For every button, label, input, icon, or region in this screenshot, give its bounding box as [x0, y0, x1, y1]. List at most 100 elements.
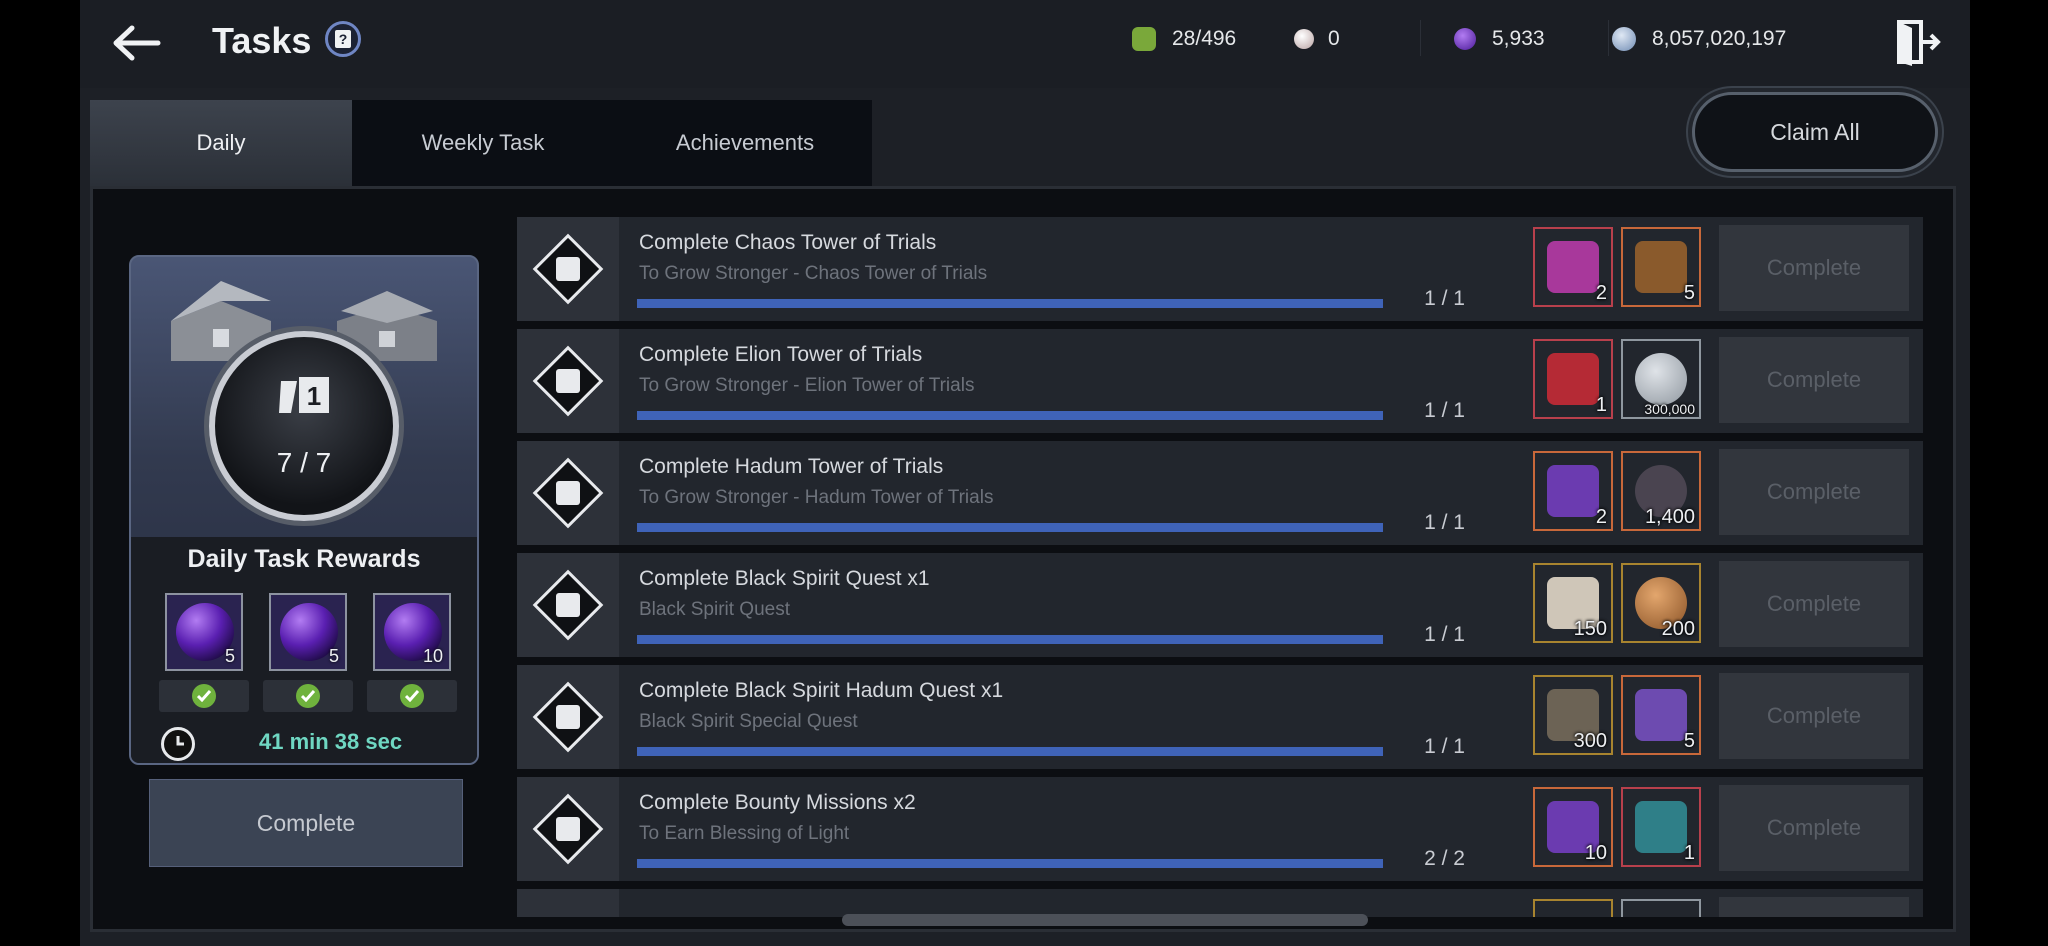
reward-qty: 5 [1683, 282, 1695, 304]
task-description: To Earn Blessing of Light [639, 823, 850, 844]
task-name: Complete Bounty Missions x2 [639, 791, 916, 814]
quest-scroll-icon [532, 793, 604, 865]
task-name: Complete Black Spirit Hadum Quest x1 [639, 679, 1004, 702]
tab-weekly-task[interactable]: Weekly Task [352, 100, 614, 186]
task-row[interactable]: Complete Black Spirit Hadum Quest x1 Bla… [517, 665, 1923, 769]
clock-icon [161, 727, 195, 761]
reward-item[interactable]: 2 [1533, 451, 1613, 531]
purple-crystal-icon [1547, 465, 1599, 517]
task-row[interactable] [517, 889, 1923, 917]
content-panel: 1 7 / 7 Daily Task Rewards 5 5 10 41 min… [90, 186, 1956, 932]
task-name: Complete Black Spirit Quest x1 [639, 567, 930, 590]
reward-item[interactable]: 300 [1533, 675, 1613, 755]
progress-fill [637, 523, 1383, 532]
reward-slot[interactable]: 5 [269, 593, 347, 671]
energy-value: 28/496 [1172, 27, 1237, 50]
claimed-indicator [159, 680, 249, 712]
task-icon-frame [517, 889, 619, 917]
task-progress-bar [637, 299, 1383, 308]
task-progress-text: 1 / 1 [1424, 287, 1465, 310]
reward-item[interactable]: 5 [1621, 227, 1701, 307]
task-complete-button[interactable]: Complete [1719, 673, 1909, 759]
task-complete-button[interactable]: Complete [1719, 449, 1909, 535]
reward-item[interactable]: 1 [1621, 787, 1701, 867]
task-progress-bar [637, 635, 1383, 644]
reward-item[interactable]: 5 [1621, 675, 1701, 755]
task-name: Complete Chaos Tower of Trials [639, 231, 937, 254]
reward-qty: 200 [1661, 618, 1695, 640]
daily-progress-count: 7 / 7 [276, 447, 332, 478]
tab-achievements[interactable]: Achievements [614, 100, 876, 186]
crystal-icon [1547, 241, 1599, 293]
task-description: To Grow Stronger - Elion Tower of Trials [639, 375, 975, 396]
reward-slot[interactable]: 10 [373, 593, 451, 671]
task-description: To Grow Stronger - Chaos Tower of Trials [639, 263, 988, 284]
svg-text:1: 1 [307, 381, 321, 411]
reward-item[interactable] [1621, 899, 1701, 917]
task-complete-button[interactable]: Complete [1719, 785, 1909, 871]
task-description: Black Spirit Quest [639, 599, 790, 620]
divider [1420, 20, 1421, 56]
claimed-indicator [263, 680, 353, 712]
task-icon-frame [517, 329, 619, 433]
reward-item[interactable]: 2 [1533, 227, 1613, 307]
task-description: To Grow Stronger - Hadum Tower of Trials [639, 487, 994, 508]
task-complete-button[interactable]: Complete [1719, 561, 1909, 647]
tab-daily[interactable]: Daily [90, 100, 352, 186]
reward-item[interactable]: 300,000 [1621, 339, 1701, 419]
tower-icon [532, 457, 604, 529]
task-row[interactable]: Complete Bounty Missions x2 To Earn Bles… [517, 777, 1923, 881]
chest-icon [1635, 241, 1687, 293]
task-progress-text: 1 / 1 [1424, 511, 1465, 534]
reward-slot[interactable]: 5 [165, 593, 243, 671]
reward-item[interactable]: 10 [1533, 787, 1613, 867]
task-row[interactable]: Complete Black Spirit Quest x1 Black Spi… [517, 553, 1923, 657]
reward-qty: 1 [1595, 394, 1607, 416]
task-row[interactable]: Complete Hadum Tower of Trials To Grow S… [517, 441, 1923, 545]
currency-pearl: 0 [1294, 24, 1340, 54]
home-indicator-bar[interactable] [842, 914, 1368, 926]
currency-black-stone: 5,933 [1454, 24, 1545, 54]
reward-qty: 1 [1683, 842, 1695, 864]
reward-item[interactable]: 1,400 [1621, 451, 1701, 531]
reward-item[interactable]: 1 [1533, 339, 1613, 419]
pearl-value: 0 [1328, 27, 1340, 50]
reward-qty: 10 [422, 646, 443, 666]
black-stone-value: 5,933 [1492, 27, 1545, 50]
reward-item[interactable]: 200 [1621, 563, 1701, 643]
page-title: Tasks [212, 20, 312, 61]
reward-item[interactable]: 150 [1533, 563, 1613, 643]
task-progress-text: 1 / 1 [1424, 399, 1465, 422]
reward-qty: 5 [328, 646, 339, 666]
help-icon[interactable]: ? [325, 21, 361, 57]
task-row[interactable]: Complete Elion Tower of Trials To Grow S… [517, 329, 1923, 433]
reward-qty: 5 [1683, 730, 1695, 752]
daily-progress-medal: 1 7 / 7 [209, 331, 399, 521]
task-complete-button[interactable] [1719, 897, 1909, 917]
divider [1608, 20, 1609, 56]
silver-icon [1612, 27, 1636, 51]
back-arrow-icon[interactable] [108, 20, 164, 66]
reward-qty: 2 [1595, 282, 1607, 304]
tower-icon [532, 345, 604, 417]
energy-icon [1132, 27, 1156, 51]
reward-item[interactable] [1533, 899, 1613, 917]
task-icon-frame [517, 777, 619, 881]
silver-value: 8,057,020,197 [1652, 27, 1787, 50]
task-progress-bar [637, 411, 1383, 420]
task-complete-button[interactable]: Complete [1719, 337, 1909, 423]
black-stone-icon [1454, 28, 1476, 50]
task-progress-text: 1 / 1 [1424, 735, 1465, 758]
task-progress-text: 2 / 2 [1424, 847, 1465, 870]
task-description: Black Spirit Special Quest [639, 711, 858, 732]
task-row[interactable]: Complete Chaos Tower of Trials To Grow S… [517, 217, 1923, 321]
task-complete-button[interactable]: Complete [1719, 225, 1909, 311]
progress-fill [637, 859, 1383, 868]
claim-all-button[interactable]: Claim All [1692, 92, 1938, 172]
exit-door-icon[interactable] [1896, 18, 1942, 66]
daily-reward-card: 1 7 / 7 Daily Task Rewards 5 5 10 41 min… [129, 255, 479, 765]
tower-icon [532, 233, 604, 305]
quest-scroll-icon [532, 681, 604, 753]
progress-fill [637, 747, 1383, 756]
daily-complete-button[interactable]: Complete [149, 779, 463, 867]
